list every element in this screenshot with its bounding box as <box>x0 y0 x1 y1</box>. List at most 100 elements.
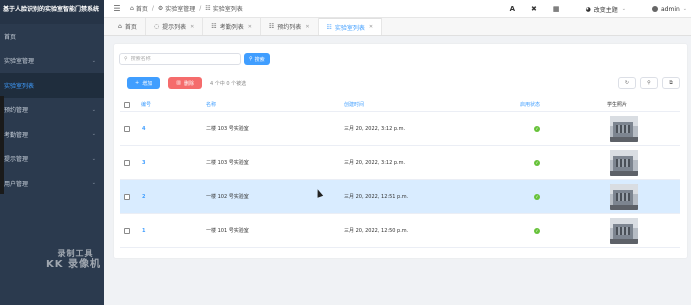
gear-icon: ⚙ <box>157 5 164 12</box>
row-checkbox[interactable] <box>124 227 130 234</box>
refresh-button[interactable]: ↻ <box>618 77 636 89</box>
breadcrumb-item[interactable]: 首页 <box>136 4 148 13</box>
palette-icon: ◕ <box>585 5 591 13</box>
row-name: 二楼 103 号实验室 <box>206 126 249 132</box>
avatar <box>651 6 658 12</box>
sidebar-item-label: 实验室管理 <box>4 58 35 66</box>
watermark-line1: 录制工具 <box>57 249 94 258</box>
table-row[interactable]: 1 一楼 101 号实验室 三月 20, 2022, 12:50 p.m. ✓ <box>120 214 680 248</box>
tab-lab-list[interactable]: ☷ 实验室列表 ✕ <box>318 18 383 35</box>
tab-home[interactable]: ⌂ 首页 <box>110 18 146 35</box>
row-checkbox[interactable] <box>124 159 130 166</box>
row-id-link[interactable]: 2 <box>134 194 185 200</box>
tab-attendance-list[interactable]: ☷ 考勤列表 ✕ <box>203 18 261 35</box>
row-checkbox[interactable] <box>124 193 130 200</box>
row-photo[interactable] <box>589 217 679 244</box>
select-all-checkbox[interactable] <box>124 101 130 108</box>
sidebar-item-reservation-management[interactable]: 预约管理 ⌄ <box>0 98 104 123</box>
row-select-cell <box>120 159 134 166</box>
select-all-cell <box>120 101 134 108</box>
row-photo[interactable] <box>589 115 679 142</box>
row-photo[interactable] <box>589 183 679 210</box>
sidebar-item-label: 用户管理 <box>4 180 29 188</box>
search-icon: ⚲ <box>647 80 651 86</box>
menu-toggle-icon[interactable]: ☰ <box>110 4 124 13</box>
sidebar-item-label: 实验室列表 <box>4 82 35 90</box>
table-row[interactable]: 4 二楼 103 号实验室 三月 20, 2022, 3:12 p.m. ✓ <box>120 112 680 146</box>
close-icon[interactable]: ✕ <box>190 24 194 30</box>
row-name: 二楼 103 号实验室 <box>206 160 249 166</box>
building-photo[interactable] <box>610 217 638 244</box>
column-header-name[interactable]: 名称 <box>185 101 323 108</box>
home-icon: ⌂ <box>130 5 134 12</box>
column-header-created[interactable]: 创建时间 <box>323 101 509 108</box>
selection-count: 4 个中 0 个被选 <box>209 80 247 87</box>
row-id-link[interactable]: 4 <box>134 126 185 132</box>
building-photo[interactable] <box>610 149 638 176</box>
row-name: 一楼 101 号实验室 <box>206 228 249 234</box>
sidebar-item-user-management[interactable]: 用户管理 ⌄ <box>0 171 104 196</box>
chevron-down-icon: ⌄ <box>682 6 687 12</box>
row-created: 三月 20, 2022, 3:12 p.m. <box>344 160 406 166</box>
sidebar-item-label: 提示管理 <box>4 156 29 164</box>
chevron-down-icon: ⌄ <box>91 155 96 162</box>
sidebar-item-notice-management[interactable]: 提示管理 ⌄ <box>0 147 104 172</box>
chevron-down-icon: ⌄ <box>621 6 626 12</box>
row-created: 三月 20, 2022, 12:50 p.m. <box>344 228 409 234</box>
search-field[interactable]: ⚲ <box>119 53 241 65</box>
row-status: ✓ <box>509 125 589 132</box>
fullscreen-icon[interactable]: ▦ <box>553 5 560 13</box>
sidebar-item-lab-list[interactable]: 实验室列表 <box>0 73 104 98</box>
sidebar-item-label: 预约管理 <box>4 107 29 115</box>
row-status: ✓ <box>509 193 589 200</box>
building-photo[interactable] <box>610 115 638 142</box>
font-size-icon[interactable]: A <box>510 5 515 13</box>
sidebar-item-attendance-management[interactable]: 考勤管理 ⌄ <box>0 122 104 147</box>
header: ☰ ⌂ 首页 / ⚙ 实验室管理 / ☷ 实验室列表 A ✖ ▦ ◕ 改变主题 … <box>104 0 691 18</box>
row-photo[interactable] <box>589 149 679 176</box>
delete-button[interactable]: ▥ 删除 <box>168 77 202 89</box>
tools-icon[interactable]: ✖ <box>531 5 537 13</box>
theme-switcher[interactable]: ◕ 改变主题 ⌄ <box>586 5 626 14</box>
tab-reservation-list[interactable]: ☷ 预约列表 ✕ <box>261 18 319 35</box>
search-toggle-button[interactable]: ⚲ <box>640 77 658 89</box>
export-button[interactable]: ⧉ <box>662 77 680 89</box>
table-row[interactable]: 2 一楼 102 号实验室 三月 20, 2022, 12:51 p.m. ✓ <box>120 180 680 214</box>
content-card: ⚲ ⚲ 搜索 + 增加 ▥ 删除 4 个中 0 个被选 ↻ ⚲ ⧉ 编号 名称 … <box>114 44 687 258</box>
row-created: 三月 20, 2022, 12:51 p.m. <box>344 194 409 200</box>
row-name: 一楼 102 号实验室 <box>206 194 249 200</box>
check-circle-icon: ✓ <box>534 227 540 234</box>
column-header-id[interactable]: 编号 <box>134 101 185 108</box>
row-checkbox[interactable] <box>124 125 130 132</box>
search-button[interactable]: ⚲ 搜索 <box>244 53 270 65</box>
breadcrumb-item: 实验室列表 <box>212 6 243 13</box>
tab-label: 提示列表 <box>162 24 187 31</box>
export-icon: ⧉ <box>669 80 673 86</box>
search-input[interactable] <box>130 56 231 62</box>
refresh-icon: ↻ <box>624 80 630 86</box>
user-menu[interactable]: admin ⌄ <box>651 6 687 13</box>
breadcrumb: ⌂ 首页 / ⚙ 实验室管理 / ☷ 实验室列表 <box>130 4 243 13</box>
close-icon[interactable]: ✕ <box>248 24 252 30</box>
plus-icon: + <box>135 80 140 86</box>
tab-label: 实验室列表 <box>334 24 365 32</box>
chevron-down-icon: ⌄ <box>91 180 96 187</box>
building-photo[interactable] <box>610 183 638 210</box>
sidebar-item-lab-management[interactable]: 实验室管理 ⌄ <box>0 49 104 74</box>
tab-bar: ⌂ 首页 ◌ 提示列表 ✕ ☷ 考勤列表 ✕ ☷ 预约列表 ✕ ☷ 实验室列表 … <box>104 18 691 36</box>
column-header-status[interactable]: 启用状态 <box>509 101 589 108</box>
chevron-down-icon: ⌄ <box>91 57 96 64</box>
close-icon[interactable]: ✕ <box>369 24 373 30</box>
row-id-link[interactable]: 1 <box>134 228 185 234</box>
close-icon[interactable]: ✕ <box>305 24 309 30</box>
tab-label: 考勤列表 <box>219 24 244 31</box>
column-header-photo: 学生照片 <box>607 102 628 108</box>
sidebar-item-label: 首页 <box>4 33 17 41</box>
table-row[interactable]: 3 二楼 103 号实验室 三月 20, 2022, 3:12 p.m. ✓ <box>120 146 680 180</box>
tab-notice-list[interactable]: ◌ 提示列表 ✕ <box>146 18 204 35</box>
table-tools: ↻ ⚲ ⧉ <box>614 77 680 89</box>
row-id-link[interactable]: 3 <box>134 160 185 166</box>
sidebar-item-home[interactable]: 首页 <box>0 24 104 49</box>
breadcrumb-item[interactable]: 实验室管理 <box>165 4 195 13</box>
add-button[interactable]: + 增加 <box>127 77 161 89</box>
